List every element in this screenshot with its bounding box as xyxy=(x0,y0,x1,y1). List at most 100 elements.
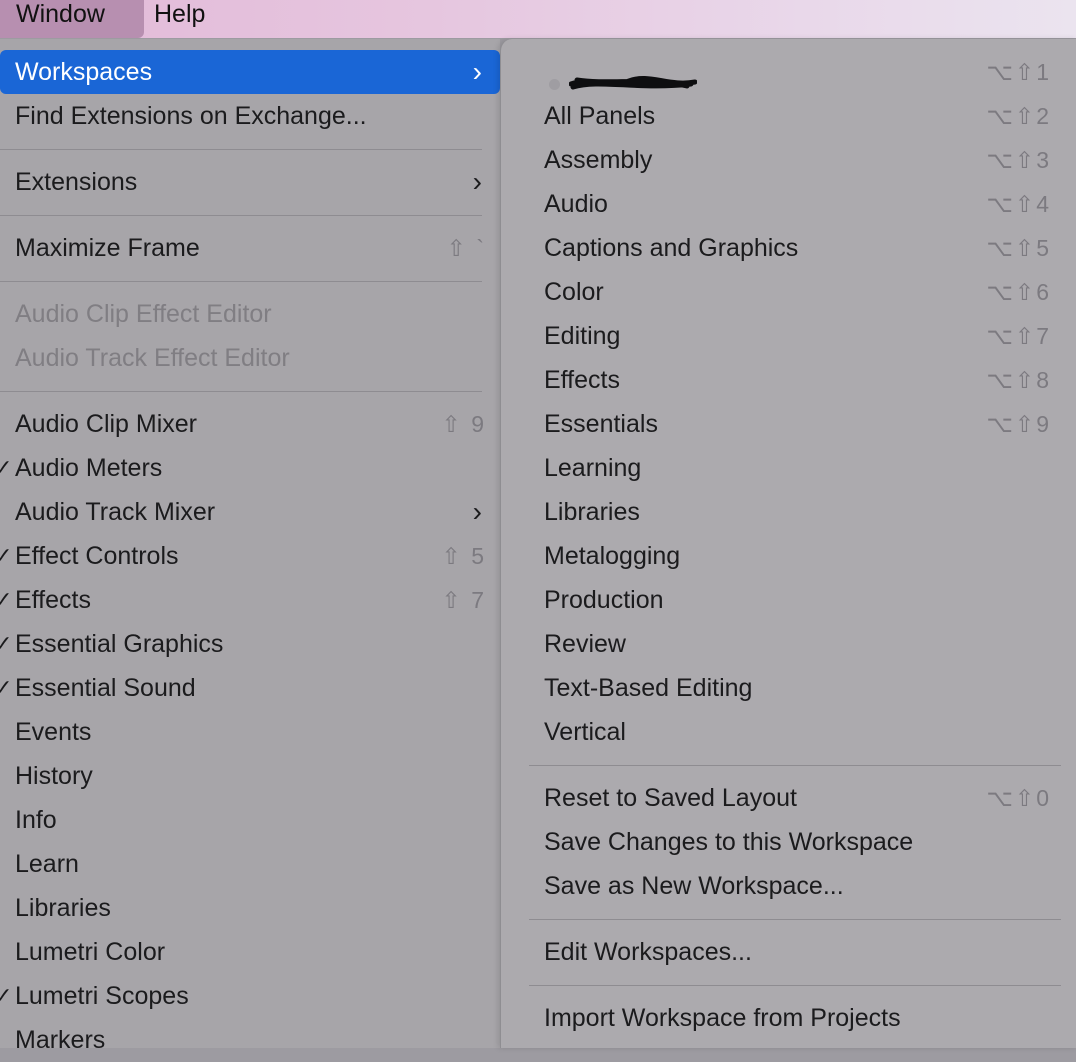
shortcut-label: ⌥⇧2 xyxy=(986,103,1051,129)
menu-item-workspace[interactable]: Learning xyxy=(529,446,1065,490)
menu-item-label: Lumetri Color xyxy=(15,938,166,966)
menu-item-label: Essential Sound xyxy=(15,674,196,702)
menu-item-label: Import Workspace from Projects xyxy=(544,1004,901,1032)
shortcut-label: ⇧ ` xyxy=(446,235,486,261)
menu-item-label: History xyxy=(15,762,93,790)
menu-item-workspace[interactable]: Color ⌥⇧6 xyxy=(529,270,1065,314)
shortcut-label: ⌥⇧1 xyxy=(986,59,1051,85)
menu-item-label: Production xyxy=(544,586,664,614)
menu-item-workspaces[interactable]: Workspaces › xyxy=(0,50,500,94)
menu-item-lumetri-color[interactable]: Lumetri Color xyxy=(0,930,500,974)
workspaces-submenu: ⌥⇧1 All Panels ⌥⇧2 Assembly ⌥⇧3 Audio ⌥⇧4 Capt… xyxy=(500,39,1076,1048)
menu-item-markers[interactable]: Markers xyxy=(0,1018,500,1062)
menu-item-label: Assembly xyxy=(544,146,653,174)
menu-item-workspace[interactable]: Editing ⌥⇧7 xyxy=(529,314,1065,358)
menu-item-edit-workspaces[interactable]: Edit Workspaces... xyxy=(529,930,1065,974)
menu-item-essential-sound[interactable]: ✓ Essential Sound xyxy=(0,666,500,710)
shortcut-label: ⌥⇧3 xyxy=(986,147,1051,173)
menu-item-find-extensions[interactable]: Find Extensions on Exchange... xyxy=(0,94,500,138)
shortcut-label: ⌥⇧4 xyxy=(986,191,1051,217)
menu-item-label: Audio Meters xyxy=(15,454,163,482)
menu-item-workspace[interactable]: Text-Based Editing xyxy=(529,666,1065,710)
menu-item-label: Learn xyxy=(15,850,79,878)
shortcut-label: ⌥⇧9 xyxy=(986,411,1051,437)
menu-item-label: Review xyxy=(544,630,626,658)
menu-item-label: Maximize Frame xyxy=(15,234,200,262)
window-menu: Workspaces › Find Extensions on Exchange… xyxy=(0,39,500,1054)
menu-item-save-new[interactable]: Save as New Workspace... xyxy=(529,864,1065,908)
menu-item-workspace[interactable]: Vertical xyxy=(529,710,1065,754)
menu-item-workspace[interactable]: Audio ⌥⇧4 xyxy=(529,182,1065,226)
menu-item-label: Effects xyxy=(15,586,91,614)
menu-item-history[interactable]: History xyxy=(0,754,500,798)
menu-item-essential-graphics[interactable]: ✓ Essential Graphics xyxy=(0,622,500,666)
menu-separator xyxy=(529,985,1061,986)
checkmark-icon: ✓ xyxy=(0,455,13,480)
menu-item-lumetri-scopes[interactable]: ✓ Lumetri Scopes xyxy=(0,974,500,1018)
menu-item-label: All Panels xyxy=(544,102,656,130)
menu-item-label: Events xyxy=(15,718,92,746)
menu-item-label: Essential Graphics xyxy=(15,630,224,658)
menu-item-effects[interactable]: ✓ Effects ⇧ 7 xyxy=(0,578,500,622)
menu-item-label: Find Extensions on Exchange... xyxy=(15,102,367,130)
shortcut-label: ⌥⇧0 xyxy=(986,785,1051,811)
menu-item-audio-clip-mixer[interactable]: Audio Clip Mixer ⇧ 9 xyxy=(0,402,500,446)
shortcut-label: ⇧ 5 xyxy=(441,543,486,569)
menu-separator xyxy=(529,765,1061,766)
checkmark-icon: ✓ xyxy=(0,631,13,656)
menu-item-workspace[interactable]: All Panels ⌥⇧2 xyxy=(529,94,1065,138)
menu-item-label: Lumetri Scopes xyxy=(15,982,189,1010)
menu-item-label: Editing xyxy=(544,322,621,350)
menu-item-label: Info xyxy=(15,806,57,834)
menu-item-learn[interactable]: Learn xyxy=(0,842,500,886)
menu-item-label: Libraries xyxy=(15,894,111,922)
shortcut-label: ⌥⇧5 xyxy=(986,235,1051,261)
menu-item-audio-track-effect-editor: Audio Track Effect Editor xyxy=(0,336,500,380)
menu-item-label: Effect Controls xyxy=(15,542,179,570)
menu-item-events[interactable]: Events xyxy=(0,710,500,754)
menu-item-maximize-frame[interactable]: Maximize Frame ⇧ ` xyxy=(0,226,500,270)
menu-item-workspace[interactable]: Metalogging xyxy=(529,534,1065,578)
menu-item-audio-track-mixer[interactable]: Audio Track Mixer › xyxy=(0,490,500,534)
menu-item-import-workspace[interactable]: Import Workspace from Projects xyxy=(529,996,1065,1040)
menu-item-audio-meters[interactable]: ✓ Audio Meters xyxy=(0,446,500,490)
menu-item-workspace[interactable]: Production xyxy=(529,578,1065,622)
menubar: Window Help xyxy=(0,0,1076,38)
shortcut-label: ⇧ 7 xyxy=(441,587,486,613)
menu-item-workspace[interactable]: Captions and Graphics ⌥⇧5 xyxy=(529,226,1065,270)
menu-item-redacted-workspace[interactable]: ⌥⇧1 xyxy=(529,50,1065,94)
menu-item-label: Captions and Graphics xyxy=(544,234,799,262)
menu-item-audio-clip-effect-editor: Audio Clip Effect Editor xyxy=(0,292,500,336)
shortcut-label: ⌥⇧7 xyxy=(986,323,1051,349)
menu-item-workspace[interactable]: Effects ⌥⇧8 xyxy=(529,358,1065,402)
menu-item-label: Markers xyxy=(15,1026,106,1054)
menu-item-label: Reset to Saved Layout xyxy=(544,784,797,812)
shortcut-label: ⌥⇧8 xyxy=(986,367,1051,393)
menu-item-info[interactable]: Info xyxy=(0,798,500,842)
menu-item-workspace[interactable]: Review xyxy=(529,622,1065,666)
chevron-right-icon: › xyxy=(472,56,482,87)
redaction-scribble xyxy=(569,75,697,90)
menu-item-workspace[interactable]: Libraries xyxy=(529,490,1065,534)
menu-item-label: Effects xyxy=(544,366,620,394)
menu-item-label: Color xyxy=(544,278,604,306)
menu-item-label: Edit Workspaces... xyxy=(544,938,752,966)
menubar-window[interactable]: Window xyxy=(0,0,144,38)
menu-item-save-changes[interactable]: Save Changes to this Workspace xyxy=(529,820,1065,864)
menu-item-workspace[interactable]: Essentials ⌥⇧9 xyxy=(529,402,1065,446)
menu-item-effect-controls[interactable]: ✓ Effect Controls ⇧ 5 xyxy=(0,534,500,578)
menu-item-extensions[interactable]: Extensions › xyxy=(0,160,500,204)
menu-item-workspace[interactable]: Assembly ⌥⇧3 xyxy=(529,138,1065,182)
checkmark-icon: ✓ xyxy=(0,587,13,612)
bullet-icon xyxy=(549,79,560,90)
menu-item-label: Audio Clip Mixer xyxy=(15,410,198,438)
menu-item-libraries[interactable]: Libraries xyxy=(0,886,500,930)
menubar-help[interactable]: Help xyxy=(138,0,221,38)
menu-separator xyxy=(529,919,1061,920)
menu-separator xyxy=(0,391,482,392)
menu-item-reset-layout[interactable]: Reset to Saved Layout ⌥⇧0 xyxy=(529,776,1065,820)
menu-item-label: Workspaces xyxy=(15,58,153,86)
menu-item-label: Audio Track Effect Editor xyxy=(15,344,290,372)
menu-item-label: Learning xyxy=(544,454,642,482)
chevron-right-icon: › xyxy=(472,496,482,527)
